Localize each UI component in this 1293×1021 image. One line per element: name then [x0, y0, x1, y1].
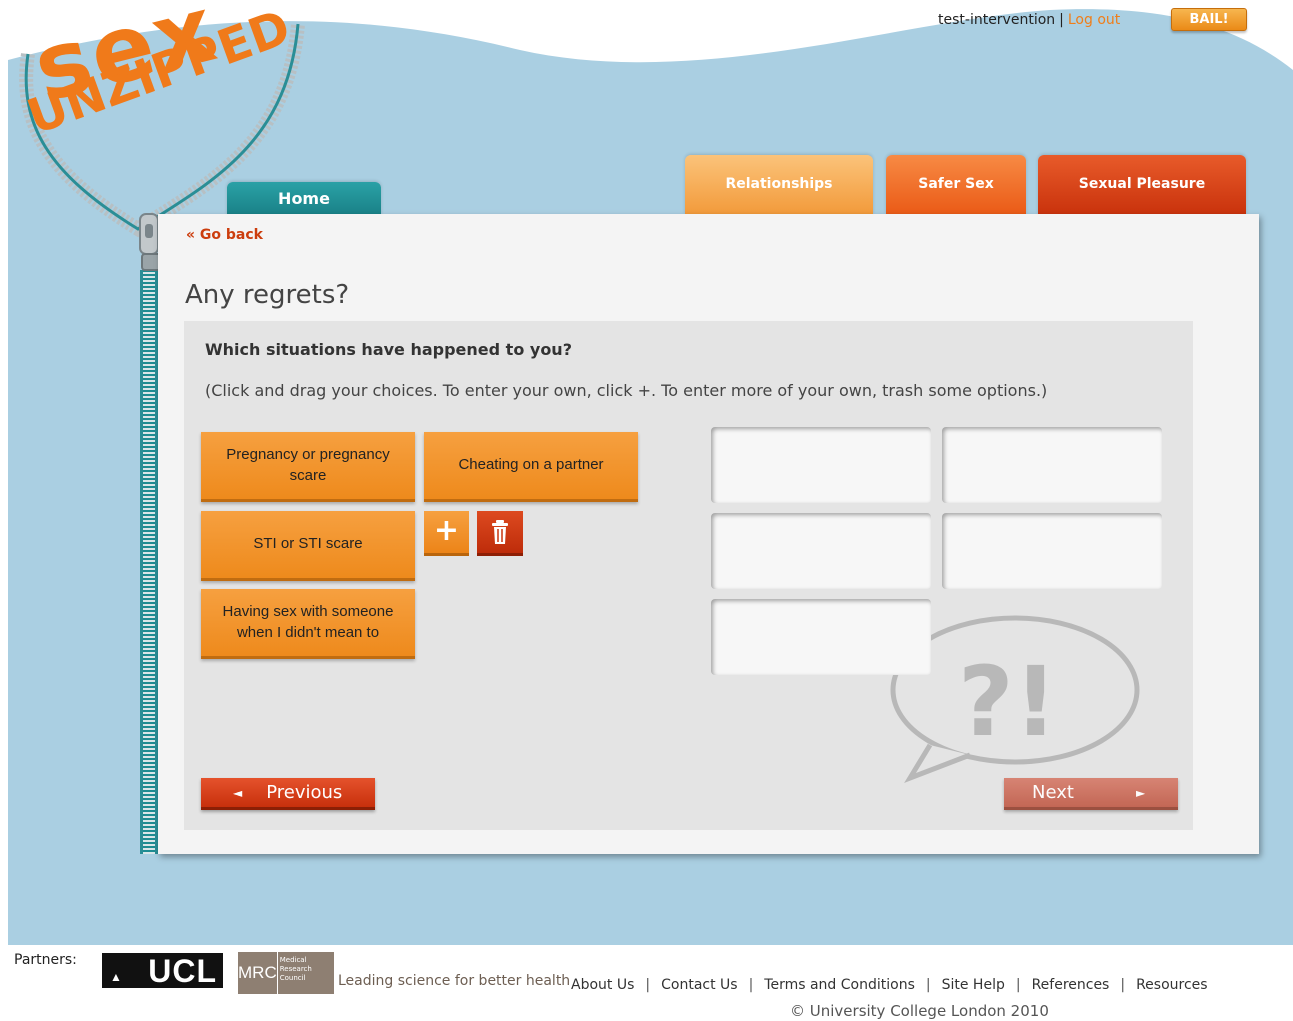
username-label: test-intervention: [938, 12, 1056, 28]
previous-label: Previous: [266, 782, 343, 803]
footer-link-about-us[interactable]: About Us: [571, 977, 634, 993]
drop-slot-5[interactable]: [711, 599, 931, 675]
bail-button[interactable]: BAIL!: [1171, 8, 1247, 31]
left-arrow-icon: ◄: [233, 785, 243, 800]
footer-link-references[interactable]: References: [1032, 977, 1110, 993]
trash-button[interactable]: [477, 511, 523, 556]
footer-link-contact-us[interactable]: Contact Us: [661, 977, 737, 993]
footer-link-site-help[interactable]: Site Help: [942, 977, 1005, 993]
drop-slot-3[interactable]: [711, 513, 931, 589]
partners-label: Partners:: [14, 952, 77, 968]
tab-home[interactable]: Home: [227, 182, 381, 216]
drop-slot-4[interactable]: [942, 513, 1162, 589]
copyright-text: © University College London 2010: [790, 1002, 1049, 1020]
tab-sexual-pleasure[interactable]: Sexual Pleasure: [1038, 155, 1246, 215]
next-label: Next: [1032, 782, 1074, 803]
mrc-full-name: Medical Research Council: [279, 956, 312, 983]
mrc-logo[interactable]: MRC Medical Research Council: [238, 952, 334, 994]
right-arrow-icon: ►: [1135, 785, 1146, 800]
tab-safer-sex[interactable]: Safer Sex: [886, 155, 1026, 215]
footer-links: About Us | Contact Us | Terms and Conditions…: [571, 977, 1208, 993]
ucl-dome-icon: ▲: [110, 970, 123, 984]
add-choice-button[interactable]: +: [424, 511, 469, 556]
mrc-abbr: MRC: [238, 952, 278, 994]
page-title: Any regrets?: [185, 280, 350, 310]
logout-link[interactable]: Log out: [1068, 12, 1120, 28]
question-text: Which situations have happened to you?: [205, 340, 572, 359]
choice-card-sti[interactable]: STI or STI scare: [201, 511, 415, 581]
zipper-decoration: [140, 270, 158, 854]
next-button[interactable]: Next ►: [1004, 778, 1178, 810]
user-bar: test-intervention | Log out: [938, 12, 1120, 28]
choice-card-pregnancy[interactable]: Pregnancy or pregnancy scare: [201, 432, 415, 502]
drop-slot-1[interactable]: [711, 427, 931, 503]
ucl-logo[interactable]: ▲ UCL: [102, 953, 223, 989]
footer-link-terms[interactable]: Terms and Conditions: [764, 977, 915, 993]
drop-slot-2[interactable]: [942, 427, 1162, 503]
choice-card-cheating[interactable]: Cheating on a partner: [424, 432, 638, 502]
footer-link-resources[interactable]: Resources: [1136, 977, 1208, 993]
mrc-tagline: Leading science for better health: [338, 973, 571, 989]
choice-card-unintended-sex[interactable]: Having sex with someone when I didn't me…: [201, 589, 415, 659]
previous-button[interactable]: ◄ Previous: [201, 778, 375, 810]
interrobang-text: ?!: [958, 646, 1057, 758]
trash-icon: [492, 520, 508, 544]
separator: |: [1059, 12, 1064, 28]
ucl-logo-text: UCL: [148, 953, 217, 989]
go-back-link[interactable]: « Go back: [186, 227, 263, 243]
instructions-text: (Click and drag your choices. To enter y…: [205, 381, 1048, 400]
tab-relationships[interactable]: Relationships: [685, 155, 873, 215]
